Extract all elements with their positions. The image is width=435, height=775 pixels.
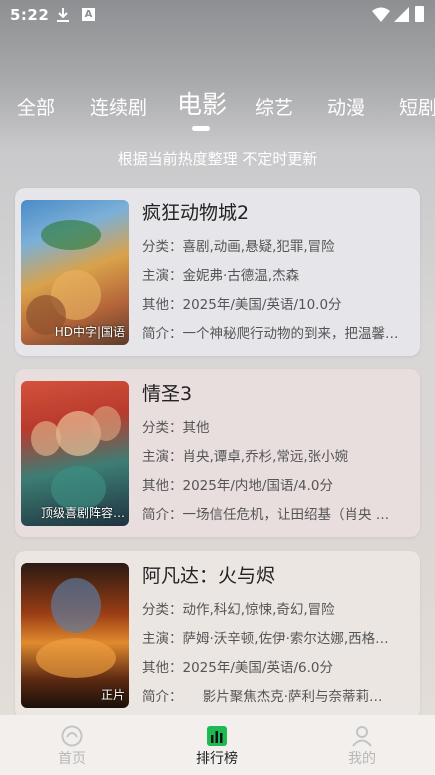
status-time: 5:22	[10, 6, 50, 24]
movie-cast: 主演：金妮弗·古德温,杰森	[142, 268, 300, 284]
movie-cast: 主演：萨姆·沃辛顿,佐伊·索尔达娜,西格…	[142, 631, 389, 647]
active-tab-indicator	[192, 126, 210, 131]
ranking-subtitle: 根据当前热度整理 不定时更新	[117, 150, 318, 168]
poster-tag: 顶级喜剧阵容…	[40, 506, 125, 520]
movie-cast: 主演：肖央,谭卓,乔杉,常远,张小婉	[142, 449, 349, 465]
movie-genre: 分类：喜剧,动画,悬疑,犯罪,冒险	[142, 239, 335, 255]
nav-ranking-label: 排行榜	[196, 751, 238, 767]
movie-intro: 简介： 影片聚焦杰克·萨利与奈蒂莉…	[142, 689, 383, 705]
tab-variety[interactable]: 综艺	[255, 88, 293, 128]
wifi-icon	[372, 7, 390, 22]
status-bar: 5:22 A	[0, 0, 435, 32]
movie-intro: 简介：一个神秘爬行动物的到来，把温馨…	[142, 326, 399, 342]
notification-a-icon: A	[82, 8, 95, 21]
movie-genre: 分类：动作,科幻,惊悚,奇幻,冒险	[142, 602, 335, 618]
movie-title: 情圣3	[142, 383, 193, 405]
movie-poster: 顶级喜剧阵容…	[21, 381, 129, 526]
nav-home[interactable]: 首页	[22, 715, 122, 775]
tab-series[interactable]: 连续剧	[90, 88, 147, 128]
tab-anime[interactable]: 动漫	[327, 88, 365, 128]
nav-ranking[interactable]: 排行榜	[167, 715, 267, 775]
movie-other: 其他：2025年/美国/英语/6.0分	[142, 660, 333, 676]
movie-card[interactable]: HD中字|国语 疯狂动物城2 分类：喜剧,动画,悬疑,犯罪,冒险 主演：金妮弗·…	[15, 188, 420, 356]
nav-profile[interactable]: 我的	[312, 715, 412, 775]
movie-title: 疯狂动物城2	[142, 202, 250, 224]
movie-card[interactable]: 正片 阿凡达：火与烬 分类：动作,科幻,惊悚,奇幻,冒险 主演：萨姆·沃辛顿,佐…	[15, 551, 420, 719]
tab-short-drama[interactable]: 短剧	[399, 88, 435, 128]
category-tabs: 全部 连续剧 电影 综艺 动漫 短剧	[0, 88, 435, 130]
battery-icon	[415, 6, 424, 22]
signal-icon	[394, 7, 409, 22]
download-icon	[57, 8, 69, 22]
home-icon	[61, 725, 83, 747]
poster-tag: HD中字|国语	[54, 325, 125, 339]
movie-poster: 正片	[21, 563, 129, 708]
bottom-nav: 首页 排行榜 我的	[0, 715, 435, 775]
nav-profile-label: 我的	[348, 751, 376, 767]
tab-movies[interactable]: 电影	[177, 88, 227, 125]
profile-icon	[352, 726, 372, 747]
movie-genre: 分类：其他	[142, 420, 210, 436]
movie-title: 阿凡达：火与烬	[142, 565, 276, 587]
movie-other: 其他：2025年/美国/英语/10.0分	[142, 297, 342, 313]
poster-tag: 正片	[100, 688, 125, 702]
movie-other: 其他：2025年/内地/国语/4.0分	[142, 478, 333, 494]
movie-poster: HD中字|国语	[21, 200, 129, 345]
tab-all[interactable]: 全部	[17, 88, 55, 128]
ranking-icon	[207, 726, 227, 746]
nav-home-label: 首页	[58, 751, 86, 767]
movie-intro: 简介：一场信任危机，让田绍基（肖央 …	[142, 507, 390, 523]
movie-card[interactable]: 顶级喜剧阵容… 情圣3 分类：其他 主演：肖央,谭卓,乔杉,常远,张小婉 其他：…	[15, 369, 420, 537]
